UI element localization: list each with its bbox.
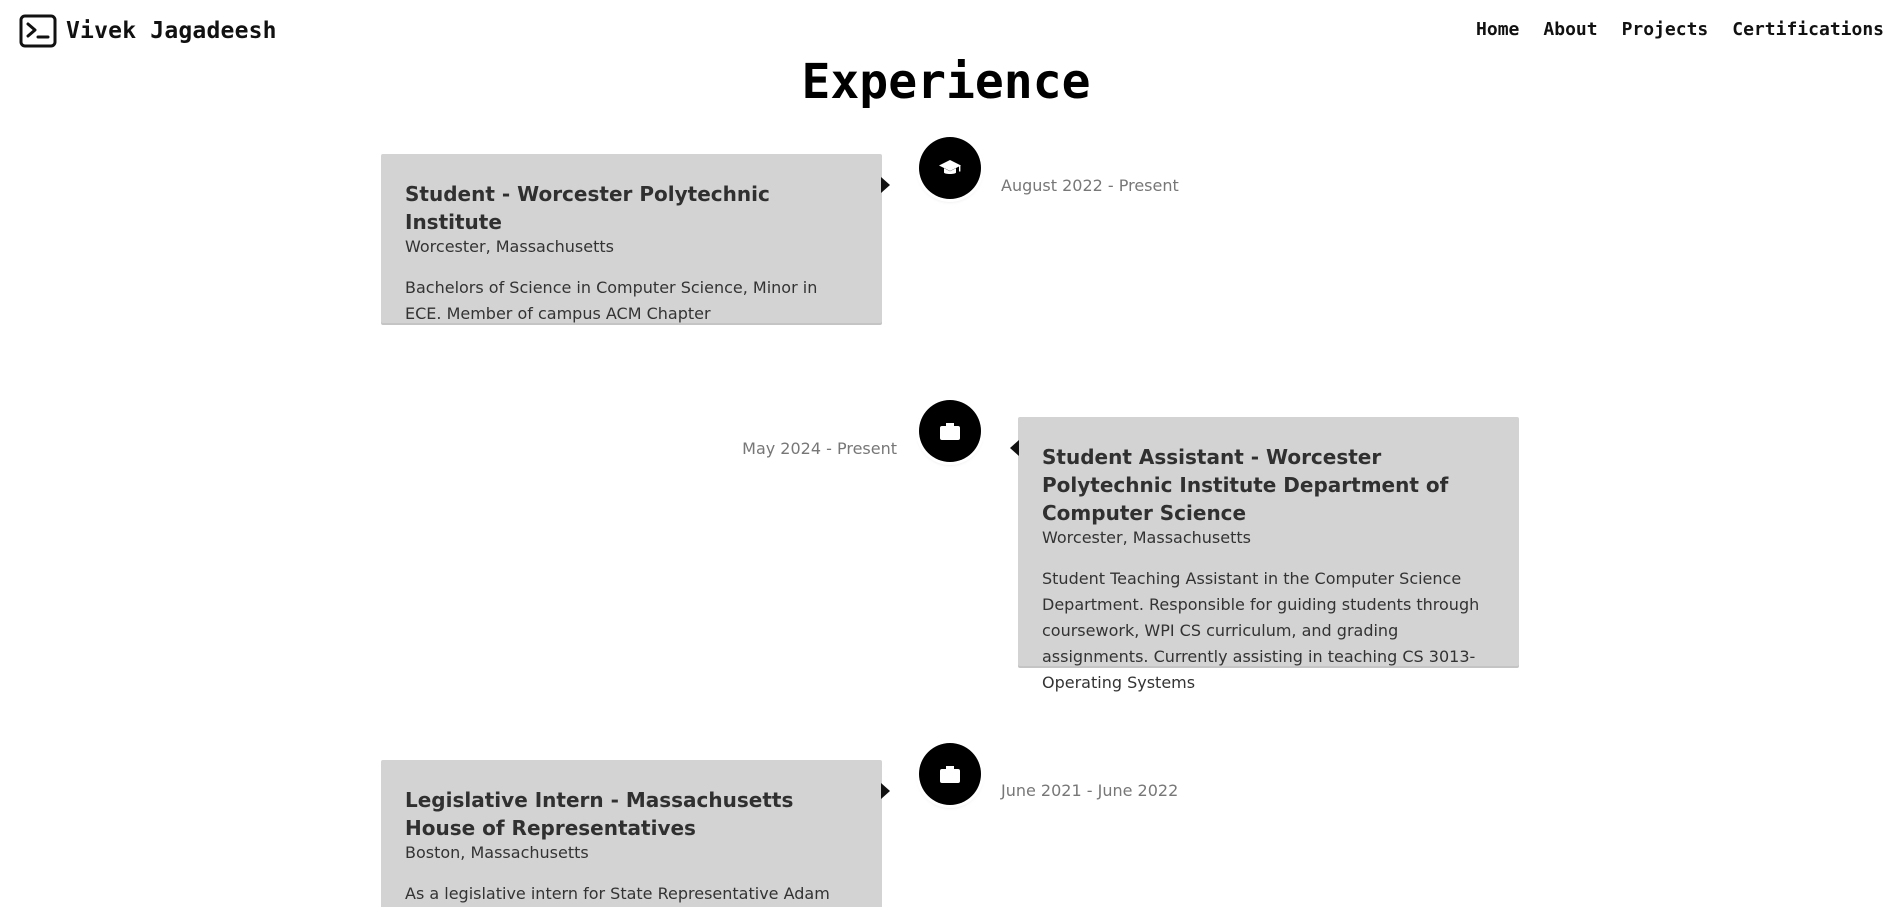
card-title: Student - Worcester Polytechnic Institut… — [405, 182, 770, 234]
timeline-card: Student - Worcester Polytechnic Institut… — [381, 154, 882, 323]
timeline-marker — [919, 137, 981, 199]
card-pointer — [881, 783, 890, 799]
timeline-date: June 2021 - June 2022 — [1001, 781, 1179, 800]
card-location: Boston, Massachusetts — [405, 843, 589, 862]
briefcase-icon — [940, 766, 960, 783]
terminal-icon — [19, 14, 57, 48]
timeline-marker — [919, 743, 981, 805]
card-pointer — [1010, 440, 1019, 456]
timeline-date: May 2024 - Present — [742, 439, 897, 458]
nav-home[interactable]: Home — [1476, 19, 1519, 40]
timeline-card: Student Assistant - Worcester Polytechni… — [1018, 417, 1519, 692]
brand-name: Vivek Jagadeesh — [66, 18, 277, 44]
card-location: Worcester, Massachusetts — [405, 237, 614, 256]
timeline-date: August 2022 - Present — [1001, 176, 1179, 195]
timeline-marker — [919, 400, 981, 462]
nav-projects[interactable]: Projects — [1622, 19, 1709, 40]
card-description: Student Teaching Assistant in the Comput… — [1042, 569, 1480, 692]
card-title: Legislative Intern - Massachusetts House… — [405, 788, 794, 840]
timeline-card: Legislative Intern - Massachusetts House… — [381, 760, 882, 907]
graduation-cap-icon — [939, 160, 961, 174]
page-title: Experience — [801, 54, 1091, 110]
card-pointer — [881, 177, 890, 193]
card-description: Bachelors of Science in Computer Science… — [405, 278, 818, 323]
nav-certifications[interactable]: Certifications — [1732, 19, 1884, 40]
main-nav: Home About Projects Certifications — [1452, 19, 1884, 40]
brand[interactable]: Vivek Jagadeesh — [19, 14, 277, 48]
briefcase-icon — [940, 423, 960, 440]
card-title: Student Assistant - Worcester Polytechni… — [1042, 445, 1449, 525]
nav-about[interactable]: About — [1543, 19, 1597, 40]
card-location: Worcester, Massachusetts — [1042, 528, 1251, 547]
card-description: As a legislative intern for State Repres… — [405, 884, 830, 903]
